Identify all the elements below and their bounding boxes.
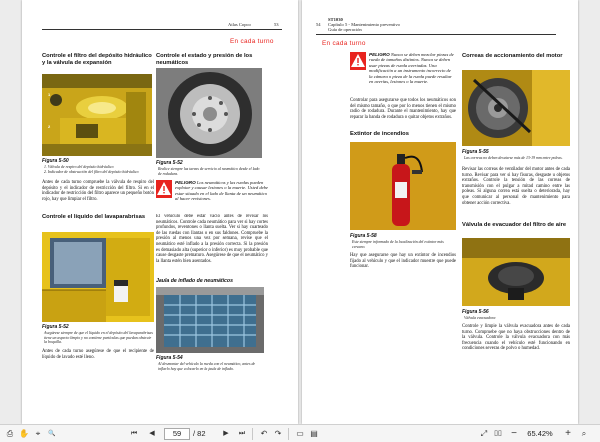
page-number-input[interactable]: 59 <box>164 428 190 440</box>
figure-label: Figura 5-52 <box>42 324 69 330</box>
section-banner: En cada turno <box>230 38 274 45</box>
figure-caption: Al desmontar del vehículo la rueda con e… <box>158 362 256 371</box>
figure-label: Figura 5-52 <box>156 160 183 166</box>
danger-warning: PELIGRO Los neumáticos y las ruedas pued… <box>156 180 268 210</box>
tire-body-text: El vehículo debe estar vacío antes de re… <box>156 214 268 264</box>
engine-belts-photo <box>462 70 570 146</box>
callout-number-2: 2 <box>48 124 51 129</box>
warning-triangle-icon <box>350 52 366 70</box>
back-icon[interactable]: ↶ <box>258 428 270 440</box>
view-mode-icon[interactable]: ▤ <box>308 428 320 440</box>
washer-body-text: Antes de cada turno asegúrese de que el … <box>42 349 154 360</box>
tire-photo <box>156 68 262 158</box>
tire-heading: Controle el estado y presión de los neum… <box>156 53 253 66</box>
document-page-right: 54 ST1030 Capítulo 5 - Mantenimiento pre… <box>302 0 578 424</box>
zoom-level[interactable]: 65.42% <box>520 428 560 440</box>
warning-text: Nunca se deben mezclar piezas de rueda d… <box>369 52 454 85</box>
inflation-cage-heading: Jaula de inflado de neumáticos <box>156 278 233 284</box>
belts-body-text: Revisar las correas de ventilador del mo… <box>462 167 570 206</box>
tire-size-body-text: Controlar para asegurarse que todos los … <box>350 98 456 120</box>
figure-caption: Asegúrese siempre de que el líquido en e… <box>44 331 153 345</box>
danger-warning: PELIGRO Nunca se deben mezclar piezas de… <box>350 52 454 94</box>
inflation-cage-photo <box>156 287 264 353</box>
document-page-left: Atlas Copco 53 En cada turno Controle el… <box>22 0 298 424</box>
filter-heading: Controle el filtro del depósito hidráuli… <box>42 53 152 66</box>
warning-triangle-icon <box>156 180 172 198</box>
figure-label: Figura 5-58 <box>350 233 377 239</box>
extinguisher-body-text: Hay que asegurarse que hay un extintor d… <box>350 253 456 270</box>
running-header-title: Atlas Copco <box>228 22 251 27</box>
figure-caption: Realice siempre las tareas de servicio a… <box>158 167 260 176</box>
callout-number-1: 1 <box>48 92 51 97</box>
warning-label: PELIGRO <box>369 52 390 57</box>
toolbar-separator <box>288 428 289 440</box>
toolbar-separator <box>252 428 253 440</box>
evacuator-body-text: Controle y limpie la válvula evacuadora … <box>462 324 570 352</box>
figure-label: Figura 5-54 <box>156 355 183 361</box>
zoom-out-button[interactable]: − <box>508 428 520 440</box>
figure-caption: Las correas no deben desviarse más de 13… <box>464 156 563 160</box>
running-header-page-number: 53 <box>274 22 279 27</box>
washer-heading: Controle el líquido del lavaparabrisas <box>42 214 146 220</box>
figure-caption: 1. Válvula de respiro del depósito hidrá… <box>44 165 139 174</box>
prev-page-button[interactable]: ◀ <box>146 428 158 440</box>
print-icon[interactable]: ⎙ <box>4 428 16 440</box>
figure-caption: Este siempre informado de la localizació… <box>352 240 444 249</box>
figure-label: Figura 5-50 <box>42 158 69 164</box>
fit-page-icon[interactable]: ⤢ <box>478 428 490 440</box>
select-tool-icon[interactable]: ⌖ <box>32 428 44 440</box>
single-page-view-icon[interactable]: ▭ <box>294 428 306 440</box>
evacuator-valve-photo <box>462 238 570 306</box>
hydraulic-tank-photo: 1 2 <box>42 74 152 156</box>
zoom-in-button[interactable]: + <box>562 428 574 440</box>
figure-label: Figura 5-56 <box>462 309 489 315</box>
forward-icon[interactable]: ↷ <box>272 428 284 440</box>
extinguisher-heading: Extintor de incendios <box>350 131 409 137</box>
next-page-button[interactable]: ▶ <box>220 428 232 440</box>
page-total: / 82 <box>193 429 206 438</box>
washer-reservoir-photo <box>42 232 154 322</box>
running-header-subtitle: Guía de operación <box>328 27 362 32</box>
search-icon[interactable]: ⌕ <box>578 428 590 440</box>
section-banner: En cada turno <box>322 40 366 47</box>
figure-caption: Válvula evacuadora <box>464 316 496 320</box>
viewer-toolbar: ⎙ ✋ ⌖ 🔍 ⏮ ◀ 59 / 82 ▶ ⏭ ↶ ↷ ▭ ▤ ⤢ ▯▯ − 6… <box>0 424 600 442</box>
header-rule <box>316 34 556 35</box>
figure-label: Figura 5-55 <box>462 149 489 155</box>
warning-label: PELIGRO <box>175 180 196 185</box>
double-page-view-icon[interactable]: ▯▯ <box>492 428 504 440</box>
first-page-button[interactable]: ⏮ <box>128 428 140 440</box>
evacuator-heading: Válvula de evacuador del filtro de aire <box>462 222 567 228</box>
filter-body-text: Antes de cada turno compruebe la válvula… <box>42 180 154 202</box>
belts-heading: Correas de accionamiento del motor <box>462 53 563 59</box>
fire-extinguisher-photo <box>350 142 456 230</box>
document-viewport[interactable]: Atlas Copco 53 En cada turno Controle el… <box>0 0 600 424</box>
zoom-tool-icon[interactable]: 🔍 <box>46 428 58 440</box>
last-page-button[interactable]: ⏭ <box>236 428 248 440</box>
running-header-page-number: 54 <box>316 22 321 27</box>
header-rule <box>42 29 282 30</box>
hand-tool-icon[interactable]: ✋ <box>18 428 30 440</box>
